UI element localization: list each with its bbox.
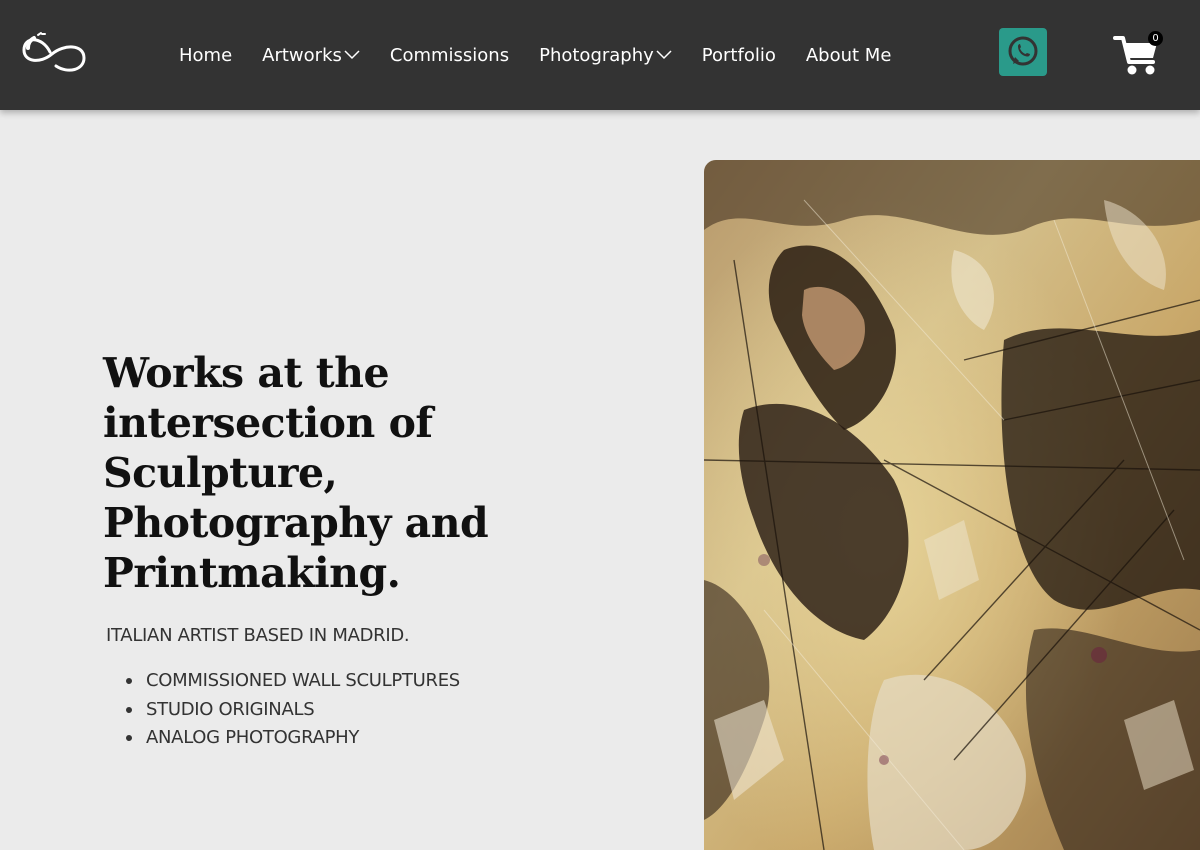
- whatsapp-icon: [1008, 36, 1038, 66]
- nav-commissions-label: Commissions: [389, 44, 510, 66]
- hero-artwork-image: [704, 160, 1200, 850]
- nav-portfolio[interactable]: Portfolio: [702, 45, 776, 66]
- chevron-down-icon: [656, 50, 672, 60]
- whatsapp-button[interactable]: [999, 28, 1047, 76]
- nav-portfolio-label: Portfolio: [701, 44, 776, 66]
- nav-about-me[interactable]: About Me: [806, 45, 892, 66]
- nav-photography-label: Photography: [539, 44, 654, 66]
- nav-artworks[interactable]: Artworks: [262, 45, 360, 66]
- site-header: Home Artworks Commissions Photography Po…: [0, 0, 1200, 110]
- list-item: ANALOG PHOTOGRAPHY: [126, 724, 460, 753]
- chevron-down-icon: [344, 50, 360, 60]
- nav-home-label: Home: [179, 44, 233, 66]
- nav-commissions[interactable]: Commissions: [390, 45, 509, 66]
- cart-count-badge: 0: [1148, 31, 1163, 46]
- logo-icon[interactable]: [20, 30, 90, 78]
- nav-photography[interactable]: Photography: [539, 45, 672, 66]
- nav-about-me-label: About Me: [805, 44, 892, 66]
- hero-title: Works at the intersection of Sculpture, …: [103, 349, 489, 597]
- main-nav: Home Artworks Commissions Photography Po…: [179, 0, 921, 110]
- nav-home[interactable]: Home: [179, 45, 232, 66]
- list-item: STUDIO ORIGINALS: [126, 696, 460, 725]
- hero-tagline: ITALIAN ARTIST BASED IN MADRID.: [106, 625, 410, 646]
- services-list: COMMISSIONED WALL SCULPTURES STUDIO ORIG…: [126, 667, 460, 753]
- list-item: COMMISSIONED WALL SCULPTURES: [126, 667, 460, 696]
- nav-artworks-label: Artworks: [262, 44, 342, 66]
